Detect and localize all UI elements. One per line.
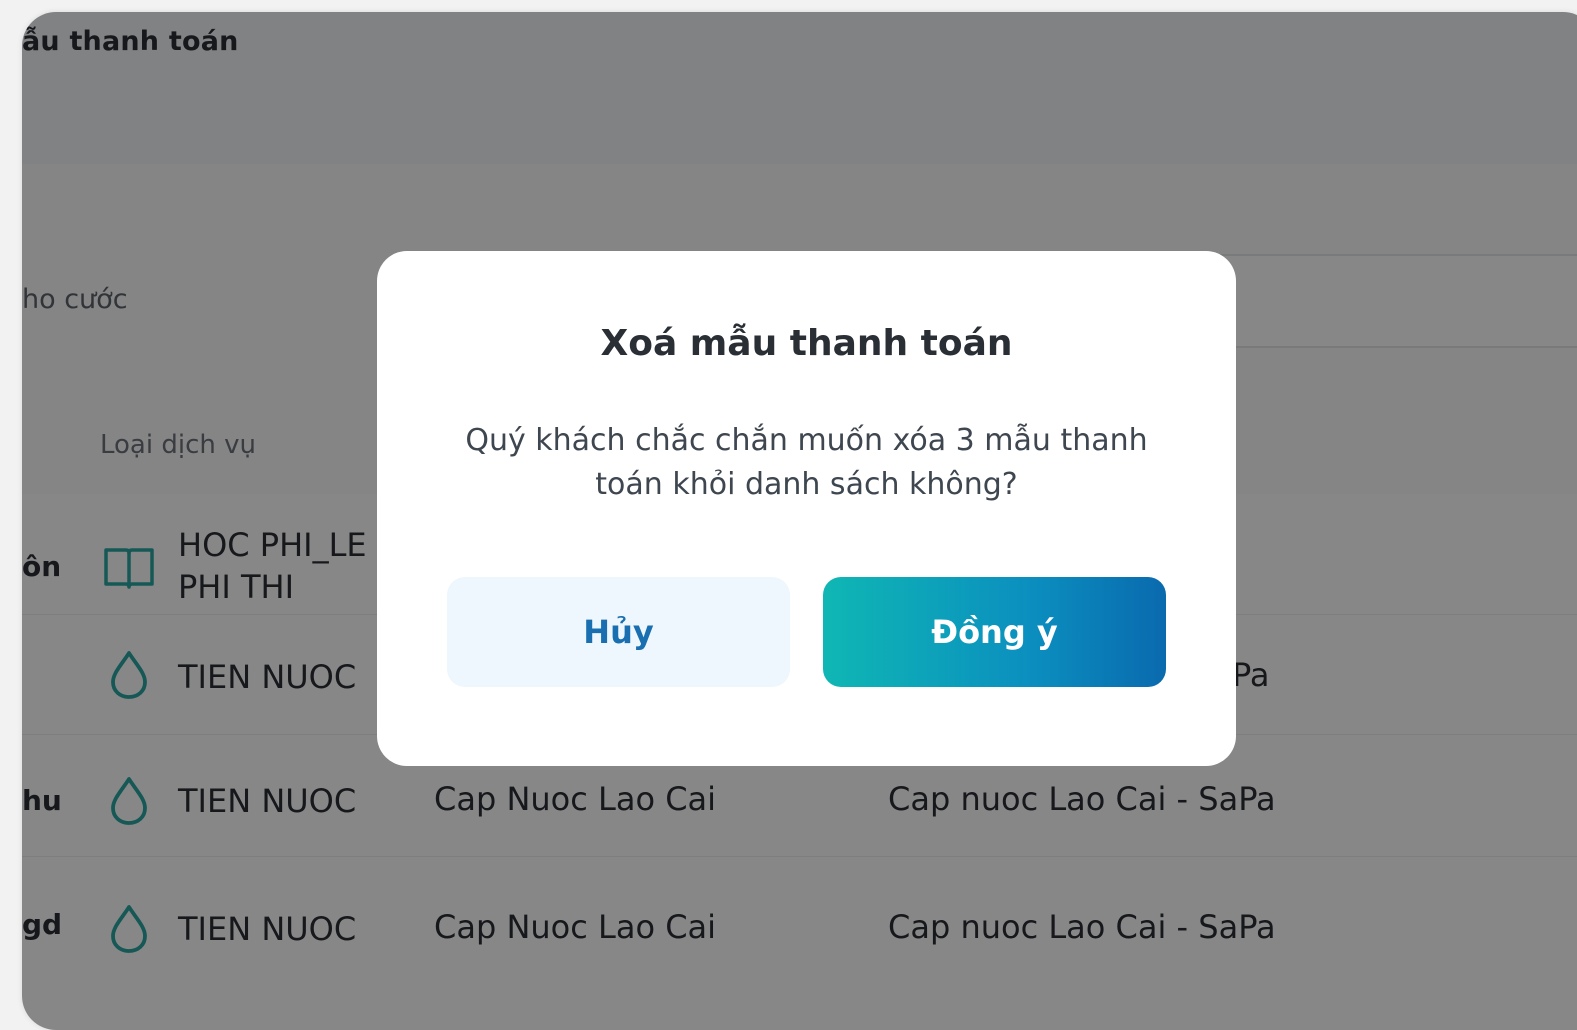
dialog-message-line2: toán khỏi danh sách không? <box>595 467 1018 502</box>
dialog-title: Xoá mẫu thanh toán <box>600 323 1013 364</box>
confirm-button[interactable]: Đồng ý <box>823 577 1166 687</box>
dialog-message: Quý khách chắc chắn muốn xóa 3 mẫu thanh… <box>457 419 1156 507</box>
delete-confirm-dialog: Xoá mẫu thanh toán Quý khách chắc chắn m… <box>377 251 1236 766</box>
cancel-button[interactable]: Hủy <box>447 577 790 687</box>
dialog-message-line1: Quý khách chắc chắn muốn xóa 3 mẫu thanh <box>465 423 1148 458</box>
